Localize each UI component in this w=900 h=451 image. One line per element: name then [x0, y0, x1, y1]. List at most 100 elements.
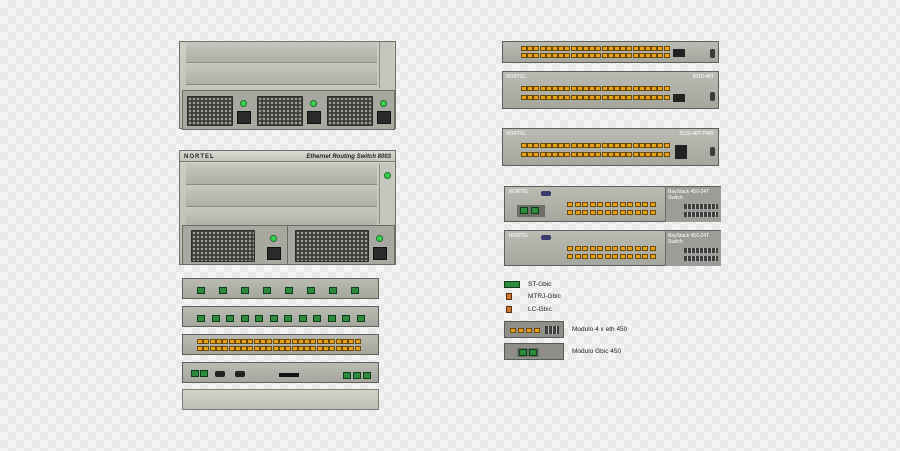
ethernet-port[interactable]	[539, 53, 546, 58]
ethernet-port[interactable]	[297, 339, 304, 344]
ethernet-port[interactable]	[297, 346, 304, 351]
gbic-port[interactable]	[363, 372, 371, 379]
ethernet-port[interactable]	[527, 95, 534, 100]
ethernet-port[interactable]	[558, 152, 565, 157]
ethernet-port[interactable]	[589, 152, 596, 157]
ethernet-port[interactable]	[197, 339, 203, 344]
ethernet-port[interactable]	[632, 143, 639, 148]
ethernet-port[interactable]	[316, 339, 323, 344]
ethernet-port[interactable]	[570, 86, 577, 91]
gbic-port[interactable]	[200, 370, 208, 377]
ethernet-port[interactable]	[545, 53, 552, 58]
ethernet-port[interactable]	[533, 53, 540, 58]
ethernet-port[interactable]	[203, 346, 210, 351]
ethernet-port[interactable]	[612, 210, 618, 215]
ethernet-port[interactable]	[533, 143, 540, 148]
console-port-icon[interactable]	[710, 92, 715, 101]
ethernet-port[interactable]	[570, 143, 577, 148]
ethernet-port[interactable]	[607, 53, 614, 58]
ethernet-port[interactable]	[607, 86, 614, 91]
ethernet-port[interactable]	[567, 210, 573, 215]
gbic-port[interactable]	[219, 287, 227, 294]
ethernet-port[interactable]	[521, 53, 527, 58]
ethernet-port[interactable]	[583, 86, 589, 91]
gbic-port[interactable]	[343, 372, 351, 379]
ethernet-port[interactable]	[651, 46, 658, 51]
ethernet-port[interactable]	[576, 53, 583, 58]
ethernet-port[interactable]	[663, 46, 670, 51]
ethernet-port[interactable]	[266, 346, 273, 351]
ethernet-port[interactable]	[260, 339, 266, 344]
ethernet-port[interactable]	[626, 46, 633, 51]
gbic-port[interactable]	[353, 372, 361, 379]
gbic-port[interactable]	[263, 287, 271, 294]
ethernet-port[interactable]	[209, 339, 216, 344]
ethernet-port[interactable]	[576, 46, 583, 51]
ethernet-port[interactable]	[521, 86, 527, 91]
gbic-port[interactable]	[531, 207, 539, 214]
pcmcia-slot-icon[interactable]	[279, 373, 299, 377]
ethernet-port[interactable]	[564, 53, 571, 58]
ethernet-port[interactable]	[601, 152, 608, 157]
ethernet-port[interactable]	[247, 339, 254, 344]
ethernet-port[interactable]	[620, 143, 627, 148]
ethernet-port[interactable]	[663, 152, 670, 157]
ethernet-port[interactable]	[228, 339, 235, 344]
ethernet-port[interactable]	[215, 339, 222, 344]
ethernet-port[interactable]	[329, 346, 336, 351]
ethernet-port[interactable]	[657, 86, 664, 91]
ethernet-port[interactable]	[316, 346, 323, 351]
ethernet-port[interactable]	[582, 210, 588, 215]
ethernet-port[interactable]	[527, 152, 534, 157]
ethernet-port[interactable]	[335, 346, 342, 351]
ethernet-port[interactable]	[649, 210, 656, 215]
ethernet-port[interactable]	[285, 339, 292, 344]
ethernet-port[interactable]	[533, 95, 540, 100]
ethernet-port[interactable]	[570, 46, 577, 51]
ethernet-port[interactable]	[558, 86, 565, 91]
ethernet-port[interactable]	[323, 346, 329, 351]
ethernet-port[interactable]	[539, 152, 546, 157]
ethernet-port[interactable]	[632, 53, 639, 58]
ethernet-port[interactable]	[545, 86, 552, 91]
ethernet-port[interactable]	[632, 152, 639, 157]
ethernet-port[interactable]	[589, 95, 596, 100]
ethernet-port[interactable]	[649, 254, 656, 259]
ethernet-port[interactable]	[539, 95, 546, 100]
gbic-port[interactable]	[240, 315, 249, 322]
ethernet-port[interactable]	[595, 46, 602, 51]
ethernet-port[interactable]	[597, 246, 603, 251]
gbic-port[interactable]	[211, 315, 220, 322]
ethernet-port[interactable]	[583, 95, 589, 100]
ethernet-port[interactable]	[527, 143, 534, 148]
ethernet-port[interactable]	[657, 53, 664, 58]
ethernet-port[interactable]	[627, 202, 633, 207]
gbic-port[interactable]	[351, 287, 359, 294]
ethernet-port[interactable]	[651, 53, 658, 58]
ethernet-port[interactable]	[614, 95, 620, 100]
ethernet-port[interactable]	[614, 143, 620, 148]
ethernet-port[interactable]	[619, 202, 626, 207]
ethernet-port[interactable]	[620, 152, 627, 157]
ethernet-port[interactable]	[627, 254, 633, 259]
ethernet-port[interactable]	[310, 339, 317, 344]
ethernet-port[interactable]	[291, 346, 298, 351]
ethernet-port[interactable]	[649, 246, 656, 251]
ethernet-port[interactable]	[642, 246, 648, 251]
ethernet-port[interactable]	[614, 86, 620, 91]
ethernet-port[interactable]	[595, 143, 602, 148]
ethernet-port[interactable]	[651, 152, 658, 157]
ethernet-port[interactable]	[576, 152, 583, 157]
ethernet-port[interactable]	[627, 210, 633, 215]
gbic-port[interactable]	[191, 370, 199, 377]
uplink-port-icon[interactable]	[675, 145, 687, 159]
ethernet-port[interactable]	[649, 202, 656, 207]
ethernet-port[interactable]	[626, 143, 633, 148]
ethernet-port[interactable]	[539, 86, 546, 91]
ethernet-port[interactable]	[228, 346, 235, 351]
ethernet-port[interactable]	[348, 339, 355, 344]
ethernet-port[interactable]	[589, 246, 596, 251]
ethernet-port[interactable]	[285, 346, 292, 351]
ethernet-port[interactable]	[651, 143, 658, 148]
ethernet-port[interactable]	[638, 46, 645, 51]
